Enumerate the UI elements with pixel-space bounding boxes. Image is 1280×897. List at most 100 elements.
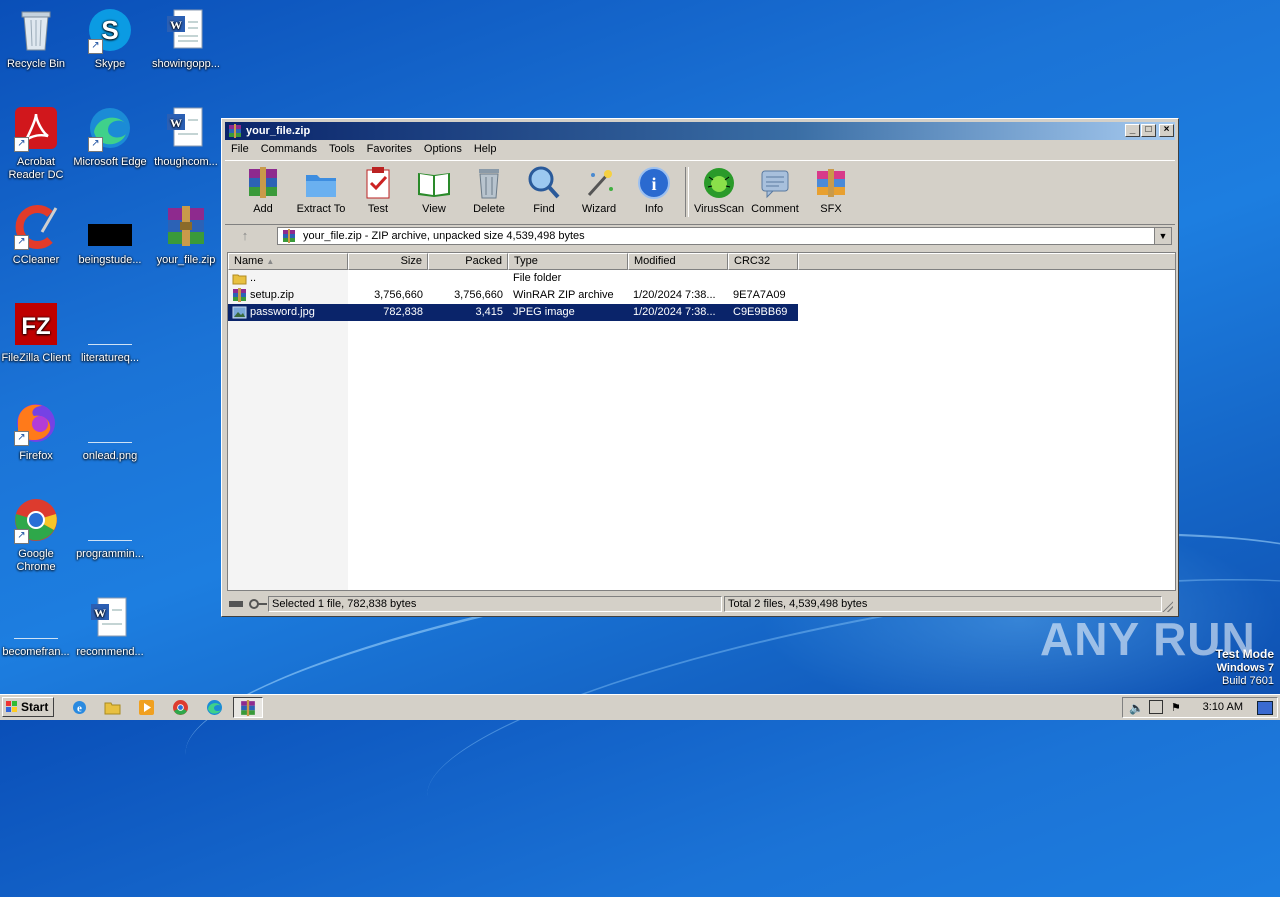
desktop-icon-label: FileZilla Client xyxy=(1,352,71,364)
test-button[interactable]: Test xyxy=(348,165,408,215)
menu-file[interactable]: File xyxy=(225,141,255,157)
virusscan-button[interactable]: VirusScan xyxy=(689,165,749,215)
media-player-icon[interactable] xyxy=(138,699,155,716)
find-magnifier-icon xyxy=(528,166,560,199)
resize-grip-icon[interactable] xyxy=(1161,600,1173,612)
desktop-icon-firefox[interactable]: ↗ Firefox xyxy=(0,398,74,463)
desktop-icon-label: Skype xyxy=(94,58,126,70)
delete-button[interactable]: Delete xyxy=(459,165,519,215)
flag-notification-icon[interactable]: ⚑ xyxy=(1171,701,1181,714)
desktop-icon-recycle-bin[interactable]: Recycle Bin xyxy=(0,6,74,71)
internet-explorer-icon[interactable]: e xyxy=(71,699,88,716)
minimize-button[interactable]: _ xyxy=(1125,124,1140,137)
sfx-button[interactable]: SFX xyxy=(801,165,861,215)
word-document-icon: W xyxy=(167,9,203,49)
start-button[interactable]: Start xyxy=(2,697,54,717)
filezilla-icon: FZ xyxy=(15,303,57,345)
address-combobox[interactable]: your_file.zip - ZIP archive, unpacked si… xyxy=(277,227,1172,245)
desktop-icon-your-file-zip[interactable]: your_file.zip xyxy=(148,202,224,267)
clock[interactable]: 3:10 AM xyxy=(1203,701,1243,713)
desktop-icon-filezilla[interactable]: FZ FileZilla Client xyxy=(0,300,74,365)
find-button[interactable]: Find xyxy=(514,165,574,215)
column-header-crc32[interactable]: CRC32 xyxy=(728,253,798,270)
desktop-icon-acrobat[interactable]: ↗ Acrobat Reader DC xyxy=(0,104,74,182)
network-icon[interactable] xyxy=(1149,700,1163,714)
file-list[interactable]: Name ▲ Size Packed Type Modified CRC32 .… xyxy=(227,252,1176,591)
menu-bar: File Commands Tools Favorites Options Help xyxy=(225,141,1175,159)
desktop-icon-becomefran[interactable]: becomefran... xyxy=(0,594,74,659)
desktop-icon-chrome[interactable]: ↗ Google Chrome xyxy=(0,496,74,574)
up-folder-button[interactable]: ↑ xyxy=(235,228,255,244)
desktop-icon-ccleaner[interactable]: ↗ CCleaner xyxy=(0,202,74,267)
column-header-type[interactable]: Type xyxy=(508,253,628,270)
menu-commands[interactable]: Commands xyxy=(255,141,323,157)
windows-flag-icon xyxy=(6,701,17,712)
column-header-packed[interactable]: Packed xyxy=(428,253,508,270)
test-mode-line3: Build 7601 xyxy=(1222,675,1274,687)
menu-favorites[interactable]: Favorites xyxy=(361,141,418,157)
desktop-icon-beingstude[interactable]: beingstude... xyxy=(72,202,148,267)
maximize-button[interactable]: □ xyxy=(1141,124,1156,137)
column-header-filler xyxy=(798,253,1175,270)
comment-button[interactable]: Comment xyxy=(745,165,805,215)
row-crc32: 9E7A7A09 xyxy=(733,289,786,301)
desktop-icon-literatureq[interactable]: literatureq... xyxy=(72,300,148,365)
info-button[interactable]: i Info xyxy=(624,165,684,215)
desktop-icon-skype[interactable]: S ↗ Skype xyxy=(72,6,148,71)
desktop-icon-label: Firefox xyxy=(19,450,53,462)
desktop-icon-showingopp[interactable]: W showingopp... xyxy=(148,6,224,71)
file-explorer-icon[interactable] xyxy=(104,699,121,716)
shortcut-arrow-icon: ↗ xyxy=(14,137,29,152)
extract-to-button[interactable]: Extract To xyxy=(291,165,351,215)
column-header-size[interactable]: Size xyxy=(348,253,428,270)
column-header-modified-label: Modified xyxy=(634,255,676,267)
up-arrow-icon: ↑ xyxy=(241,228,249,243)
wizard-wand-icon xyxy=(587,170,613,197)
menu-tools[interactable]: Tools xyxy=(323,141,361,157)
extract-folder-icon xyxy=(306,175,336,197)
svg-text:W: W xyxy=(170,116,182,130)
find-label: Find xyxy=(533,203,555,215)
desktop-icon-edge[interactable]: ↗ Microsoft Edge xyxy=(72,104,148,169)
show-desktop-icon[interactable] xyxy=(1257,701,1273,715)
parent-folder-icon xyxy=(232,274,247,285)
recycle-bin-icon xyxy=(21,11,51,51)
taskbar-winrar-button[interactable] xyxy=(233,697,263,718)
desktop-icon-recommend[interactable]: W recommend... xyxy=(72,594,148,659)
add-button[interactable]: Add xyxy=(233,165,293,215)
edge-taskbar-icon[interactable] xyxy=(206,699,223,716)
desktop-icon-label: your_file.zip xyxy=(156,254,216,266)
desktop-icon-thoughcom[interactable]: W thoughcom... xyxy=(148,104,224,169)
table-row-selected[interactable]: password.jpg 782,838 3,415 JPEG image 1/… xyxy=(228,304,798,321)
row-type: File folder xyxy=(513,272,562,284)
taskbar: Start e 🔈 ⚑ 3:10 AM xyxy=(0,694,1280,720)
chrome-taskbar-icon[interactable] xyxy=(172,699,189,716)
column-header-crc32-label: CRC32 xyxy=(734,255,771,267)
view-button[interactable]: View xyxy=(404,165,464,215)
window-titlebar[interactable]: your_file.zip _ □ × xyxy=(225,122,1175,140)
desktop-icon-onlead[interactable]: onlead.png xyxy=(72,398,148,463)
desktop-icon-label: CCleaner xyxy=(12,254,60,266)
desktop-icon-label: literatureq... xyxy=(80,352,140,364)
column-header-modified[interactable]: Modified xyxy=(628,253,728,270)
column-header-name-label: Name xyxy=(234,255,264,267)
close-button[interactable]: × xyxy=(1159,124,1174,137)
test-mode-line1: Test Mode xyxy=(1215,647,1274,661)
wizard-button[interactable]: Wizard xyxy=(569,165,629,215)
desktop-icon-programmin[interactable]: programmin... xyxy=(72,496,148,561)
table-row[interactable]: .. File folder xyxy=(228,270,798,287)
address-dropdown-button[interactable]: ▼ xyxy=(1154,228,1171,244)
status-selected: Selected 1 file, 782,838 bytes xyxy=(268,596,722,612)
speaker-icon[interactable]: 🔈 xyxy=(1129,701,1144,715)
comment-icon xyxy=(761,170,789,199)
shortcut-arrow-icon: ↗ xyxy=(88,137,103,152)
info-label: Info xyxy=(644,203,664,215)
desktop-icon-label: Acrobat Reader DC xyxy=(8,156,64,181)
menu-options[interactable]: Options xyxy=(418,141,468,157)
row-crc32: C9E9BB69 xyxy=(733,306,788,318)
desktop-icon-label: Google Chrome xyxy=(16,548,56,573)
table-row[interactable]: setup.zip 3,756,660 3,756,660 WinRAR ZIP… xyxy=(228,287,798,304)
delete-label: Delete xyxy=(473,203,505,215)
menu-help[interactable]: Help xyxy=(468,141,503,157)
column-header-name[interactable]: Name ▲ xyxy=(228,253,348,270)
